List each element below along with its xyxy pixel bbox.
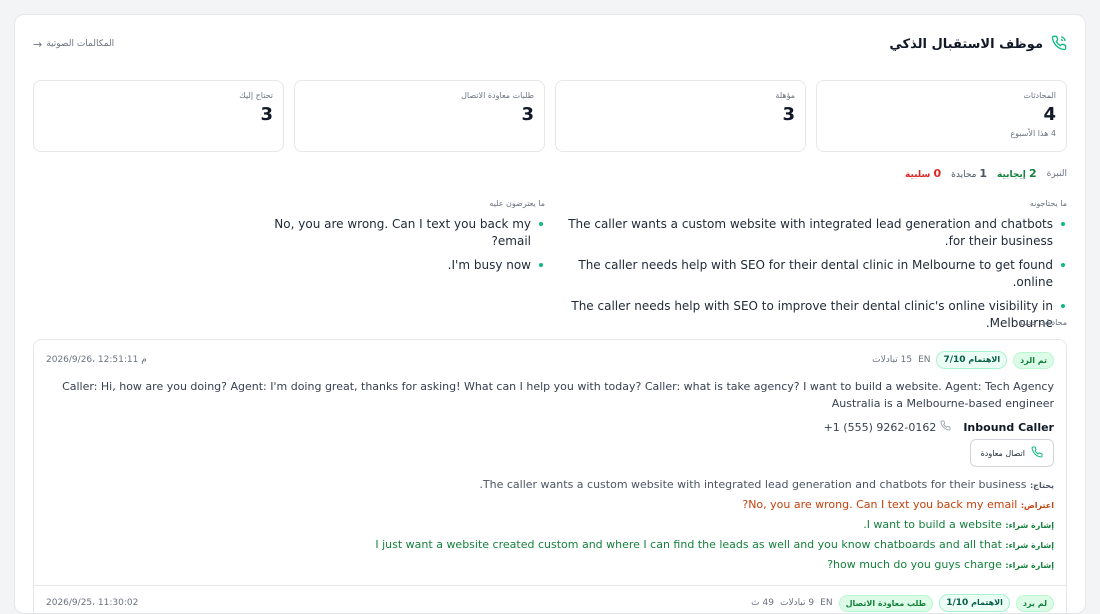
score-badge: الاهتمام 7/10: [936, 351, 1008, 369]
header: موظف الاستقبال الذكي المكالمات الصوتية →: [33, 29, 1067, 59]
objection-line: اعتراض: No, you are wrong. Can I text yo…: [46, 495, 1054, 515]
call-item[interactable]: لم يرد الاهتمام 1/10 طلب معاودة الاتصال …: [34, 586, 1066, 613]
phone-icon: [1049, 35, 1067, 53]
buy-key: إشارة شراء:: [1005, 521, 1054, 530]
need-value: The caller wants a custom website with i…: [479, 478, 1027, 491]
status-badge: لم يرد: [1015, 594, 1054, 612]
score-value: 1/10: [946, 598, 969, 608]
tone-neutral-label: محايدة: [951, 170, 977, 180]
call-item[interactable]: تم الرد الاهتمام 7/10 EN 15 تبادلات 2026…: [34, 340, 1066, 586]
call-meta: لم يرد الاهتمام 1/10 طلب معاودة الاتصال …: [751, 594, 1054, 612]
tone-positive: 2 إيجابية: [997, 167, 1037, 180]
needs-label: ما يحتاجونه: [1029, 199, 1067, 208]
objection-value: No, you are wrong. Can I text you back m…: [742, 498, 1018, 511]
call-top-row: تم الرد الاهتمام 7/10 EN 15 تبادلات 2026…: [46, 350, 1054, 370]
stat-value: 3: [260, 104, 273, 125]
call-insights: يحتاج: The caller wants a custom website…: [46, 475, 1054, 575]
buy-value: I want to build a website.: [863, 518, 1002, 531]
phone-icon: [1031, 446, 1043, 460]
recent-calls-list: تم الرد الاهتمام 7/10 EN 15 تبادلات 2026…: [33, 339, 1067, 613]
tone-negative-count: 0: [933, 167, 942, 180]
status-badge: تم الرد: [1013, 351, 1054, 369]
objection-key: اعتراض:: [1020, 501, 1054, 510]
arrow-left-icon: →: [33, 37, 43, 51]
tone-neutral-count: 1: [979, 167, 987, 180]
duration: 49 ث: [751, 598, 774, 608]
stat-card-needs-you: تحتاج إليك 3: [33, 80, 284, 152]
tone-neutral: 1 محايدة: [951, 167, 987, 180]
call-date: 2026/9/25، 11:30:02: [46, 598, 139, 608]
objections-section: ما يعترضون عليه No, you are wrong. Can I…: [245, 199, 545, 281]
needs-item: The caller needs help with SEO for their…: [567, 257, 1067, 291]
buy-key: إشارة شراء:: [1005, 561, 1054, 570]
callback-badge: طلب معاودة الاتصال: [838, 594, 934, 612]
tone-summary: النبرة 2 إيجابية 1 محايدة 0 سلبية: [905, 167, 1067, 180]
buy-signal-line: إشارة شراء: how much do you guys charge?: [46, 555, 1054, 575]
lang-label: EN: [820, 598, 833, 608]
phone-icon: [940, 420, 951, 434]
app-window: موظف الاستقبال الذكي المكالمات الصوتية →…: [14, 14, 1086, 614]
exchanges-count: 9 تبادلات: [779, 598, 815, 608]
tone-label: النبرة: [1046, 168, 1067, 179]
objections-label: ما يعترضون عليه: [489, 199, 545, 208]
exchanges-count: 15 تبادلات: [872, 355, 913, 365]
call-transcript: Caller: Hi, how are you doing? Agent: I'…: [62, 380, 1054, 410]
objection-item: No, you are wrong. Can I text you back m…: [245, 216, 545, 250]
stat-label: طلبات معاودة الاتصال: [461, 91, 534, 100]
caller-phone[interactable]: +1 (555) 9262-0162: [824, 420, 952, 434]
call-date: 2026/9/26، 12:51:11 م: [46, 355, 147, 365]
caller-row: Inbound Caller +1 (555) 9262-0162: [46, 420, 1054, 434]
needs-item: The caller needs help with SEO to improv…: [567, 298, 1067, 332]
score-value: 7/10: [943, 355, 966, 365]
back-link-label: المكالمات الصوتية: [46, 39, 115, 49]
buy-value: I just want a website created custom and…: [375, 538, 1002, 551]
tone-negative: 0 سلبية: [905, 167, 941, 180]
stat-card-callbacks: طلبات معاودة الاتصال 3: [294, 80, 545, 152]
stat-label: تحتاج إليك: [239, 91, 273, 100]
callback-button[interactable]: اتصال معاودة: [969, 439, 1054, 467]
stats-row: المحادثات 4 4 هذا الأسبوع مؤهلة 3 طلبات …: [33, 80, 1067, 152]
callback-button-label: اتصال معاودة: [980, 448, 1025, 458]
stat-value: 3: [521, 104, 534, 125]
page-title: موظف الاستقبال الذكي: [889, 36, 1043, 52]
needs-section: ما يحتاجونه The caller wants a custom we…: [567, 199, 1067, 339]
caller-phone-number: +1 (555) 9262-0162: [823, 420, 937, 434]
buy-signal-line: إشارة شراء: I just want a website create…: [46, 535, 1054, 555]
back-link[interactable]: المكالمات الصوتية →: [33, 38, 114, 51]
stat-value: 3: [782, 104, 795, 125]
objection-item: I'm busy now.: [245, 257, 545, 274]
caller-name: Inbound Caller: [963, 420, 1054, 434]
score-badge: الاهتمام 1/10: [939, 594, 1010, 612]
buy-signal-line: إشارة شراء: I want to build a website.: [46, 515, 1054, 535]
recent-label: محادثات حديثة: [1018, 318, 1067, 327]
tone-positive-label: إيجابية: [997, 170, 1026, 180]
buy-value: how much do you guys charge?: [827, 558, 1002, 571]
stat-card-conversations: المحادثات 4 4 هذا الأسبوع: [816, 80, 1067, 152]
lang-label: EN: [918, 355, 931, 365]
title-group: موظف الاستقبال الذكي: [889, 35, 1067, 53]
score-label: الاهتمام: [968, 355, 1001, 364]
stat-label: مؤهلة: [775, 91, 795, 100]
stat-card-qualified: مؤهلة 3: [555, 80, 806, 152]
score-label: الاهتمام: [971, 598, 1003, 607]
needs-item: The caller wants a custom website with i…: [567, 216, 1067, 250]
buy-key: إشارة شراء:: [1005, 541, 1054, 550]
stat-sub: 4 هذا الأسبوع: [1010, 129, 1056, 138]
call-meta: تم الرد الاهتمام 7/10 EN 15 تبادلات: [872, 351, 1054, 369]
stat-label: المحادثات: [1023, 91, 1056, 100]
tone-negative-label: سلبية: [905, 170, 931, 180]
need-line: يحتاج: The caller wants a custom website…: [46, 475, 1054, 495]
tone-positive-count: 2: [1028, 167, 1037, 180]
stat-value: 4: [1043, 104, 1056, 125]
needs-list: The caller wants a custom website with i…: [567, 216, 1067, 332]
objections-list: No, you are wrong. Can I text you back m…: [245, 216, 545, 274]
need-key: يحتاج:: [1029, 481, 1054, 490]
